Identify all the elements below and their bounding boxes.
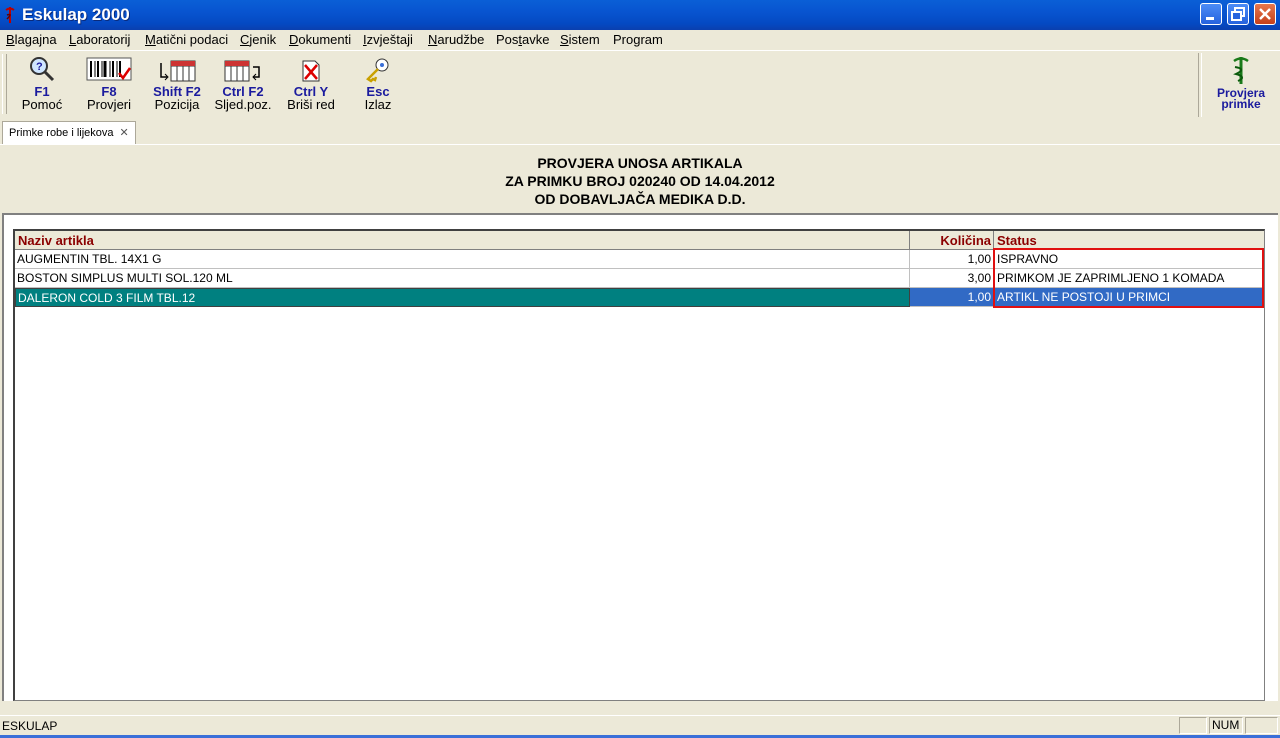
help-button[interactable]: ? F1 Pomoć [18,55,66,115]
menu-narudzbe[interactable]: Narudžbe [428,32,484,47]
close-icon [1259,8,1271,20]
menu-bar: Blagajna Laboratorij Matični podaci Cjen… [0,30,1280,50]
cell-qty[interactable]: 1,00 [910,250,994,269]
restore-button[interactable] [1227,3,1249,25]
report-header: PROVJERA UNOSA ARTIKALA ZA PRIMKU BROJ 0… [0,145,1280,213]
header-line-2: ZA PRIMKU BROJ 020240 OD 14.04.2012 [505,173,775,189]
minimize-button[interactable] [1200,3,1222,25]
cell-name[interactable]: BOSTON SIMPLUS MULTI SOL.120 ML [15,269,910,288]
delete-row-button[interactable]: Ctrl Y Briši red [282,55,340,115]
cell-qty[interactable]: 3,00 [910,269,994,288]
caduceus-icon [1233,57,1249,84]
restore-icon [1231,7,1245,21]
window-title: Eskulap 2000 [22,5,130,24]
tab-close-icon[interactable]: ✕ [120,127,129,139]
delete-row-icon [302,60,320,82]
status-pane-extra [1245,717,1278,734]
column-header-name[interactable]: Naziv artikla [15,231,910,250]
caduceus-icon [5,7,15,23]
menu-cjenik[interactable]: Cjenik [240,32,276,47]
status-pane-num: NUM [1209,717,1243,734]
grid-next-icon [224,60,260,82]
cell-name[interactable]: AUGMENTIN TBL. 14X1 G [15,250,910,269]
header-line-1: PROVJERA UNOSA ARTIKALA [537,155,743,171]
toolbar-grip[interactable] [2,54,7,114]
grid-position-icon [160,60,196,82]
menu-program[interactable]: Program [613,32,663,47]
status-highlight-box [993,248,1264,308]
status-pane-empty [1179,717,1207,734]
tab-primke[interactable]: Primke robe i lijekova ✕ [2,121,136,144]
header-line-3: OD DOBAVLJAČA MEDIKA D.D. [534,191,746,207]
minimize-icon [1206,17,1214,20]
position-button[interactable]: Shift F2 Pozicija [150,55,204,115]
menu-izvjestaji[interactable]: Izvještaji [363,32,413,47]
toolbar-separator [1198,53,1202,117]
next-position-button[interactable]: Ctrl F2 Sljed.poz. [212,55,274,115]
menu-dokumenti[interactable]: Dokumenti [289,32,351,47]
close-button[interactable] [1254,3,1276,25]
cell-qty[interactable]: 1,00 [910,288,994,307]
toolbar: ? F1 Pomoć F8 Provjeri Shift F2 Pozicija… [0,50,1280,119]
menu-maticni-podaci[interactable]: Matični podaci [145,32,228,47]
magnifier-help-icon: ? [30,57,55,82]
column-header-qty[interactable]: Količina [910,231,994,250]
barcode-check-icon [86,57,132,81]
title-bar: Eskulap 2000 [0,0,1280,30]
check-button[interactable]: F8 Provjeri [84,55,134,115]
svg-text:?: ? [36,61,43,73]
check-receipt-button[interactable]: Provjera primke [1203,55,1279,115]
menu-sistem[interactable]: Sistem [560,32,600,47]
menu-postavke[interactable]: Postavke [496,32,550,47]
exit-button[interactable]: Esc Izlaz [356,55,400,115]
status-bar: ESKULAP NUM [0,715,1280,736]
tab-label: Primke robe i lijekova [9,127,114,139]
cell-name[interactable]: DALERON COLD 3 FILM TBL.12 [15,288,910,307]
key-exit-icon [366,58,389,83]
menu-laboratorij[interactable]: Laboratorij [69,32,130,47]
status-text: ESKULAP [2,719,58,733]
tab-bar: Primke robe i lijekova ✕ [0,118,1280,145]
menu-blagajna[interactable]: Blagajna [6,32,57,47]
